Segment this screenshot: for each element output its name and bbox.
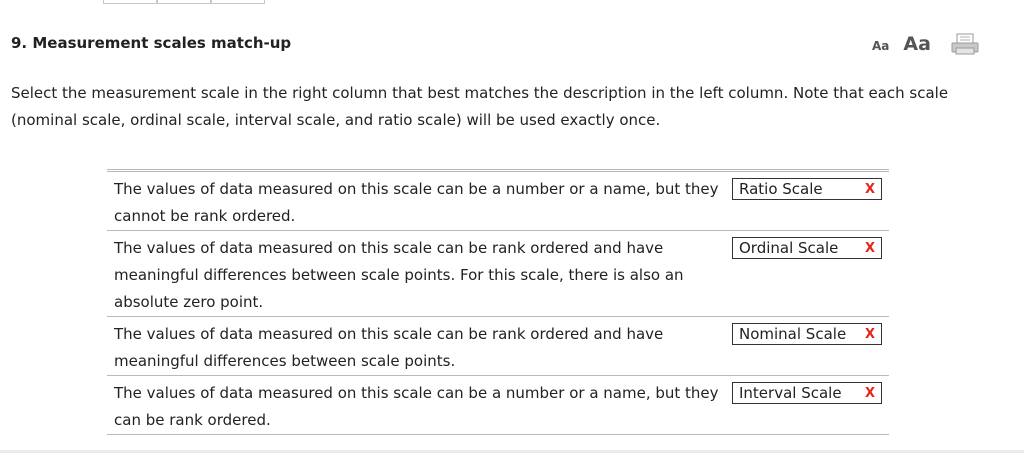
- increase-font-button[interactable]: Aa: [903, 33, 931, 55]
- matchup-table: The values of data measured on this scal…: [107, 169, 889, 435]
- top-tab[interactable]: [157, 0, 211, 4]
- answer-dropdown[interactable]: Ordinal Scale X: [732, 237, 882, 259]
- answer-value: Interval Scale: [739, 384, 842, 402]
- answer-dropdown[interactable]: Interval Scale X: [732, 382, 882, 404]
- answer-value: Ratio Scale: [739, 180, 823, 198]
- top-tab[interactable]: [211, 0, 265, 4]
- top-tab-strip: [103, 0, 265, 4]
- decrease-font-button[interactable]: Aa: [872, 39, 889, 55]
- x-mark-icon: X: [864, 385, 875, 401]
- matchup-row: The values of data measured on this scal…: [107, 317, 889, 376]
- x-mark-icon: X: [864, 326, 875, 342]
- row-description: The values of data measured on this scal…: [114, 384, 719, 429]
- matchup-row: The values of data measured on this scal…: [107, 376, 889, 435]
- x-mark-icon: X: [864, 181, 875, 197]
- question-title: 9. Measurement scales match-up: [11, 34, 292, 52]
- answer-dropdown[interactable]: Nominal Scale X: [732, 323, 882, 345]
- matchup-row: The values of data measured on this scal…: [107, 172, 889, 231]
- font-size-tools: Aa Aa: [872, 33, 979, 55]
- row-description: The values of data measured on this scal…: [114, 325, 664, 370]
- answer-value: Ordinal Scale: [739, 239, 839, 257]
- x-mark-icon: X: [864, 240, 875, 256]
- answer-dropdown[interactable]: Ratio Scale X: [732, 178, 882, 200]
- answer-value: Nominal Scale: [739, 325, 847, 343]
- print-icon[interactable]: [951, 33, 979, 55]
- top-tab[interactable]: [103, 0, 157, 4]
- row-description: The values of data measured on this scal…: [114, 239, 684, 311]
- matchup-row: The values of data measured on this scal…: [107, 231, 889, 317]
- row-description: The values of data measured on this scal…: [114, 180, 719, 225]
- question-instructions: Select the measurement scale in the righ…: [11, 84, 949, 129]
